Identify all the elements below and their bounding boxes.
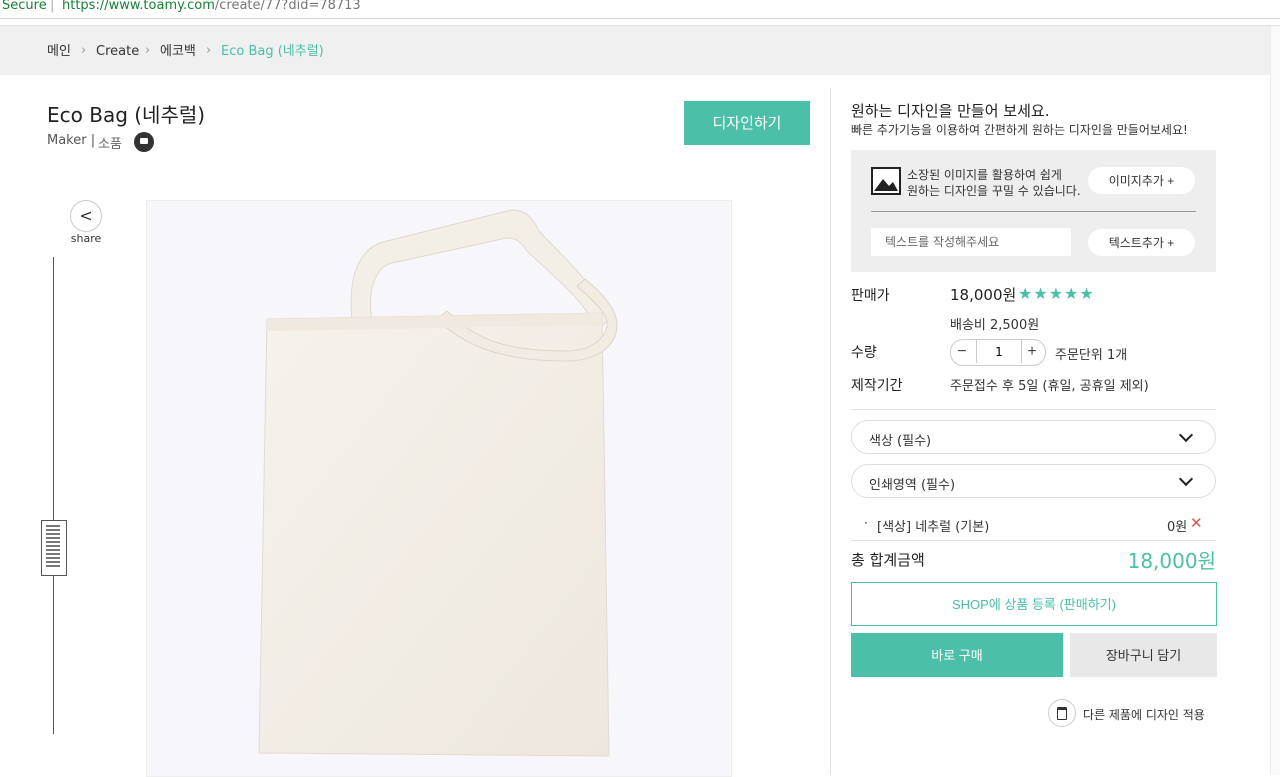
- breadcrumb-current: Eco Bag (네추럴): [221, 44, 324, 59]
- chevron-right-icon: ›: [81, 43, 87, 58]
- share-label[interactable]: share: [62, 232, 110, 245]
- selected-option-label: [색상] 네추럴 (기본): [877, 520, 990, 535]
- production-period: 주문접수 후 5일 (휴일, 공휴일 제외): [950, 379, 1149, 394]
- share-icon[interactable]: <: [70, 200, 102, 232]
- quantity-decrease-button[interactable]: −: [951, 340, 973, 363]
- scroll-track: [53, 257, 54, 734]
- chevron-down-icon: [1178, 427, 1194, 443]
- selected-option-price: 0원: [1167, 520, 1188, 535]
- scroll-handle[interactable]: [41, 520, 67, 576]
- production-label: 제작기간: [851, 378, 903, 394]
- quantity-increase-button[interactable]: +: [1021, 340, 1043, 363]
- tote-bag-illustration: [258, 209, 618, 757]
- add-to-cart-button[interactable]: 장바구니 담기: [1070, 633, 1217, 677]
- apply-design-icon[interactable]: [1048, 699, 1076, 727]
- text-input[interactable]: [871, 228, 1071, 256]
- add-text-button[interactable]: 텍스트추가 +: [1088, 229, 1195, 256]
- buy-now-button[interactable]: 바로 구매: [851, 633, 1063, 677]
- price-value: 18,000원: [950, 286, 1017, 304]
- design-button[interactable]: 디자인하기: [684, 101, 810, 145]
- panel-heading: 원하는 디자인을 만들어 보세요.: [851, 102, 1050, 120]
- divider: [851, 409, 1216, 410]
- color-select[interactable]: 색상 (필수): [851, 420, 1216, 454]
- breadcrumb-create[interactable]: Create: [96, 44, 139, 60]
- option-bullet: ·: [864, 516, 868, 530]
- color-select-label: 색상 (필수): [869, 434, 932, 449]
- address-bar[interactable]: Secure | https://www.toamy.com/create/77…: [0, 0, 1280, 19]
- price-label: 판매가: [851, 288, 890, 304]
- product-image: [146, 200, 732, 777]
- secure-indicator[interactable]: Secure: [2, 0, 47, 13]
- panel-subheading: 빠른 추가기능을 이용하여 간편하게 원하는 디자인을 만들어보세요!: [851, 123, 1188, 137]
- breadcrumb-home[interactable]: 메인: [47, 44, 71, 60]
- url-base: https://www.toamy.com: [62, 0, 215, 13]
- total-label: 총 합계금액: [851, 551, 925, 569]
- url-path: /create/77?did=78713: [214, 0, 361, 13]
- total-amount: 18,000원: [1127, 549, 1216, 573]
- chevron-right-icon: ›: [145, 43, 151, 58]
- maker-label: Maker |: [47, 133, 96, 148]
- add-image-button[interactable]: 이미지추가 +: [1088, 167, 1195, 194]
- quantity-input[interactable]: [976, 340, 1022, 363]
- image-icon: [871, 167, 901, 195]
- image-tool-desc-2: 원하는 디자인을 꾸밀 수 있습니다.: [907, 184, 1081, 198]
- rating-stars-icon: ★★★★★: [1018, 284, 1095, 303]
- address-separator: |: [50, 0, 55, 13]
- print-area-select[interactable]: 인쇄영역 (필수): [851, 464, 1216, 498]
- breadcrumb-ecobag[interactable]: 에코백: [160, 44, 196, 60]
- print-area-select-label: 인쇄영역 (필수): [869, 478, 956, 493]
- shop-register-button[interactable]: SHOP에 상품 등록 (판매하기): [851, 582, 1217, 626]
- message-icon[interactable]: [134, 132, 154, 152]
- column-divider: [830, 88, 831, 775]
- breadcrumb: 메인 › Create › 에코백 › Eco Bag (네추럴): [0, 25, 1280, 75]
- page-scrollbar[interactable]: [1270, 26, 1280, 775]
- maker-name-link[interactable]: 소품: [98, 133, 122, 152]
- apply-to-other-product-link[interactable]: 다른 제품에 디자인 적용: [1083, 706, 1205, 723]
- chevron-right-icon: ›: [206, 43, 212, 58]
- remove-option-icon[interactable]: ✕: [1190, 514, 1203, 532]
- order-unit: 주문단위 1개: [1055, 348, 1128, 363]
- image-tool-desc-1: 소장된 이미지를 활용하여 쉽게: [907, 168, 1062, 182]
- chevron-down-icon: [1178, 471, 1194, 487]
- toolbox-divider: [871, 211, 1196, 212]
- quantity-label: 수량: [851, 345, 877, 361]
- page-title: Eco Bag (네추럴): [47, 103, 206, 127]
- divider: [851, 540, 1216, 541]
- shipping-fee: 배송비 2,500원: [950, 318, 1040, 333]
- url-text[interactable]: https://www.toamy.com/create/77?did=7871…: [62, 0, 361, 13]
